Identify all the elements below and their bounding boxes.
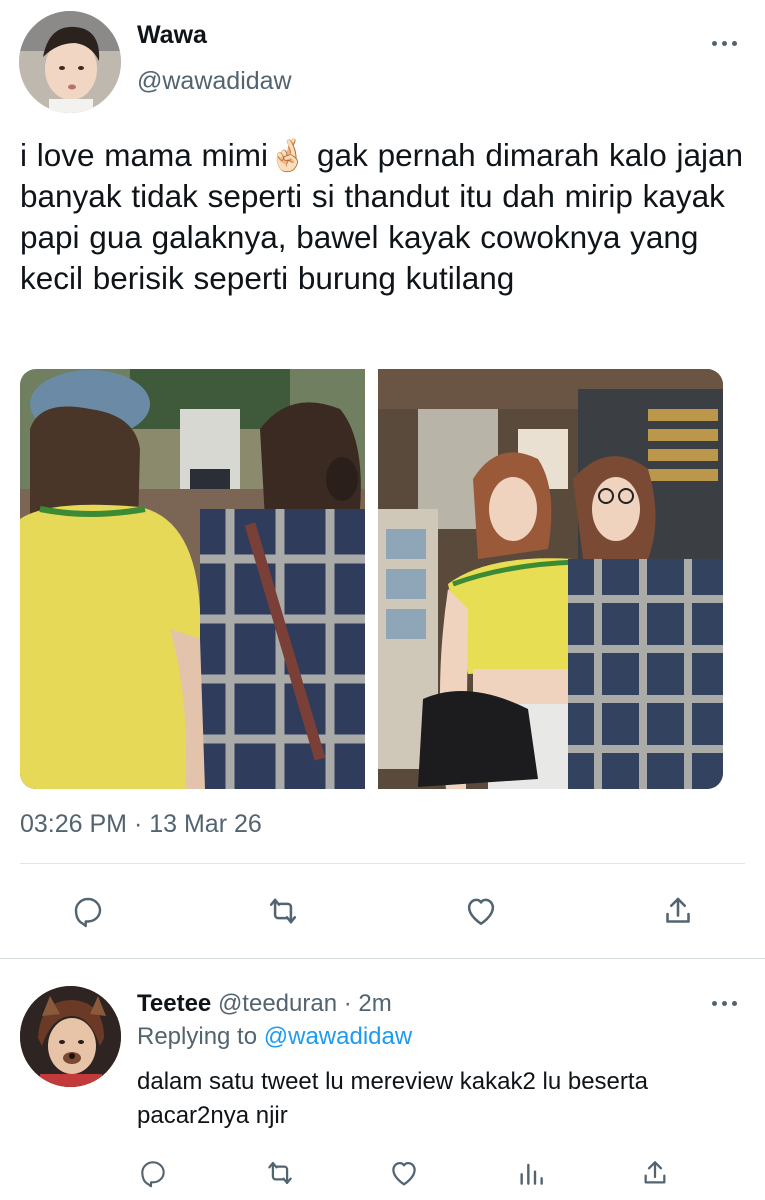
reply-analytics-icon[interactable] bbox=[513, 1155, 549, 1191]
reply-header: Teetee @teeduran · 2m bbox=[137, 990, 392, 1018]
tweet-text: i love mama mimi🤞🏻 gak pernah dimarah ka… bbox=[20, 135, 755, 299]
crossed-fingers-emoji: 🤞🏻 bbox=[268, 137, 308, 173]
tweet-timestamp: 03:26 PM · 13 Mar 26 bbox=[20, 810, 262, 838]
tweet-text-part-1: i love mama mimi bbox=[20, 137, 269, 173]
reply-more-options-icon[interactable] bbox=[712, 1001, 737, 1006]
replying-to-prefix: Replying to bbox=[137, 1023, 264, 1050]
reply-text: dalam satu tweet lu mereview kakak2 lu b… bbox=[137, 1068, 648, 1129]
reply-icon[interactable] bbox=[68, 891, 108, 931]
share-icon[interactable] bbox=[658, 891, 698, 931]
like-icon[interactable] bbox=[461, 891, 501, 931]
replying-to-link[interactable]: @wawadidaw bbox=[264, 1023, 412, 1050]
reply-reply-icon[interactable] bbox=[135, 1155, 171, 1191]
reply-author-avatar[interactable] bbox=[20, 986, 121, 1087]
reply-share-icon[interactable] bbox=[637, 1155, 673, 1191]
tweet-photo-left[interactable] bbox=[20, 369, 365, 789]
reply-separator: · bbox=[337, 990, 359, 1017]
replying-to: Replying to @wawadidaw bbox=[137, 1023, 412, 1051]
retweet-icon[interactable] bbox=[263, 891, 303, 931]
section-divider bbox=[0, 958, 765, 959]
more-options-icon[interactable] bbox=[712, 41, 737, 46]
author-name[interactable]: Wawa bbox=[137, 21, 207, 50]
reply-author-name[interactable]: Teetee bbox=[137, 990, 211, 1017]
tweet-photo-right[interactable] bbox=[378, 369, 723, 789]
reply-retweet-icon[interactable] bbox=[262, 1155, 298, 1191]
reply-author-handle[interactable]: @teeduran bbox=[218, 990, 337, 1017]
reply-time: 2m bbox=[358, 990, 392, 1017]
divider bbox=[20, 863, 745, 864]
reply-like-icon[interactable] bbox=[386, 1155, 422, 1191]
author-handle[interactable]: @wawadidaw bbox=[137, 67, 292, 96]
author-avatar[interactable] bbox=[19, 11, 121, 113]
